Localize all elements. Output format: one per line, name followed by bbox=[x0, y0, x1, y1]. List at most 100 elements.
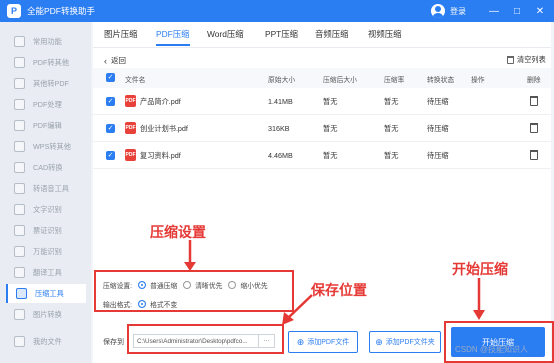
delete-icon[interactable] bbox=[530, 123, 538, 133]
compressed-size: 暂无 bbox=[323, 97, 338, 106]
close-icon[interactable]: ✕ bbox=[533, 4, 547, 18]
radio-clarity-label[interactable]: 清晰优先 bbox=[195, 280, 222, 290]
original-size: 4.46MB bbox=[268, 151, 293, 160]
compress-ratio: 暂无 bbox=[384, 124, 399, 133]
annotation-arrow-start bbox=[473, 278, 485, 320]
row-checkbox[interactable]: ✓ bbox=[106, 124, 115, 133]
sidebar-item-pdf-to-other[interactable]: PDF转其他 bbox=[6, 53, 86, 72]
add-file-icon: ⊕ bbox=[296, 336, 305, 347]
sidebar-item-label: 转语音工具 bbox=[33, 183, 69, 193]
table-row: ✓ PDF 复习资料.pdf 4.46MB 暂无 暂无 待压缩 bbox=[93, 142, 551, 169]
clear-list-label: 清空列表 bbox=[517, 55, 546, 64]
radio-smaller-label[interactable]: 缩小优先 bbox=[240, 280, 267, 290]
sidebar-item-wps[interactable]: WPS转其他 bbox=[6, 137, 86, 156]
back-label: 返回 bbox=[111, 56, 126, 65]
sidebar-item-pdf-edit[interactable]: PDF编辑 bbox=[6, 116, 86, 135]
back-button[interactable]: ‹ 返回 bbox=[104, 55, 126, 66]
radio-keep-format-label[interactable]: 格式不变 bbox=[150, 299, 177, 309]
scan-icon bbox=[14, 246, 25, 257]
pdf-file-icon: PDF bbox=[125, 95, 136, 107]
add-pdf-folder-button[interactable]: ⊕ 添加PDF文件夹 bbox=[369, 331, 441, 353]
folder-icon bbox=[14, 336, 25, 347]
table-row: ✓ PDF 产品简介.pdf 1.41MB 暂无 暂无 待压缩 bbox=[93, 88, 551, 115]
ticket-icon bbox=[14, 225, 25, 236]
my-files[interactable]: 我的文件 bbox=[14, 336, 62, 347]
save-path-input[interactable]: C:\Users\Administrator\Desktop\pdfco... … bbox=[133, 334, 275, 348]
maximize-icon[interactable]: □ bbox=[510, 4, 524, 18]
sidebar-item-label: PDF转其他 bbox=[33, 57, 69, 67]
tab-pdf-compress[interactable]: PDF压缩 bbox=[156, 28, 190, 40]
sidebar-item-universal[interactable]: 万能识别 bbox=[6, 242, 86, 261]
pdf-file-icon: PDF bbox=[125, 149, 136, 161]
delete-icon[interactable] bbox=[530, 150, 538, 160]
active-tab-indicator bbox=[156, 44, 190, 46]
sidebar-item-cad[interactable]: CAD转换 bbox=[6, 158, 86, 177]
sidebar-item-label: 常用功能 bbox=[33, 36, 62, 46]
table-header: ✓ 文件名 原始大小 压缩后大小 压缩率 转换状态 操作 删除 bbox=[93, 68, 551, 88]
settings-icon bbox=[14, 99, 25, 110]
sidebar-item-label: 压缩工具 bbox=[35, 288, 64, 298]
file-name: 复习资料.pdf bbox=[140, 151, 181, 160]
output-format-label: 输出格式: bbox=[103, 302, 133, 309]
sidebar-item-other-to-pdf[interactable]: 其他转PDF bbox=[6, 74, 86, 93]
user-avatar-icon[interactable] bbox=[431, 4, 445, 18]
minimize-icon[interactable]: — bbox=[487, 4, 501, 18]
radio-clarity[interactable] bbox=[183, 281, 192, 289]
sidebar-item-image[interactable]: 图片转换 bbox=[6, 305, 86, 324]
compress-icon bbox=[16, 288, 27, 299]
header-action: 操作 bbox=[471, 77, 485, 84]
status-text: 待压缩 bbox=[427, 151, 449, 160]
star-icon bbox=[14, 36, 25, 47]
header-status: 转换状态 bbox=[427, 77, 455, 84]
tab-image-compress[interactable]: 图片压缩 bbox=[104, 28, 138, 40]
sidebar-item-ocr[interactable]: 文字识别 bbox=[6, 200, 86, 219]
row-checkbox[interactable]: ✓ bbox=[106, 151, 115, 160]
sidebar-item-pdf-process[interactable]: PDF处理 bbox=[6, 95, 86, 114]
edit-icon bbox=[14, 120, 25, 131]
browse-button[interactable]: ··· bbox=[258, 335, 274, 347]
radio-keep-format[interactable] bbox=[138, 300, 147, 308]
sidebar-item-translate[interactable]: 翻译工具 bbox=[6, 263, 86, 282]
header-original-size: 原始大小 bbox=[268, 77, 296, 84]
pdf-file-icon: PDF bbox=[125, 122, 136, 134]
document-icon bbox=[14, 78, 25, 89]
select-all-checkbox[interactable]: ✓ bbox=[106, 73, 115, 82]
sidebar-item-label: 文字识别 bbox=[33, 204, 62, 214]
login-area[interactable]: 登录 bbox=[431, 4, 466, 18]
clear-list-button[interactable]: 清空列表 bbox=[507, 55, 546, 65]
radio-normal[interactable] bbox=[138, 281, 147, 289]
annotation-save-location: 保存位置 bbox=[311, 283, 367, 299]
header-delete: 删除 bbox=[527, 77, 541, 84]
tab-word-compress[interactable]: Word压缩 bbox=[207, 28, 244, 40]
watermark-text: CSDN @技能知识人 bbox=[455, 345, 529, 354]
add-folder-icon: ⊕ bbox=[375, 336, 383, 347]
add-pdf-file-button[interactable]: ⊕ 添加PDF文件 bbox=[288, 331, 358, 353]
sidebar-item-common[interactable]: 常用功能 bbox=[6, 32, 86, 51]
tab-audio-compress[interactable]: 音频压缩 bbox=[315, 28, 349, 40]
sidebar-item-label: WPS转其他 bbox=[33, 141, 71, 151]
original-size: 1.41MB bbox=[268, 97, 293, 106]
text-icon bbox=[14, 204, 25, 215]
sidebar-item-voice[interactable]: 转语音工具 bbox=[6, 179, 86, 198]
sidebar-item-ticket[interactable]: 票证识别 bbox=[6, 221, 86, 240]
chevron-left-icon: ‹ bbox=[104, 55, 107, 66]
sidebar-item-label: 图片转换 bbox=[33, 309, 62, 319]
header-ratio: 压缩率 bbox=[384, 77, 405, 84]
file-name: 产品简介.pdf bbox=[140, 97, 181, 106]
radio-normal-label[interactable]: 普通压缩 bbox=[150, 280, 177, 290]
compressed-size: 暂无 bbox=[323, 124, 338, 133]
sidebar-item-label: 万能识别 bbox=[33, 246, 62, 256]
trash-icon bbox=[507, 56, 514, 64]
row-checkbox[interactable]: ✓ bbox=[106, 97, 115, 106]
app-title: 全能PDF转换助手 bbox=[27, 6, 96, 16]
file-name: 创业计划书.pdf bbox=[140, 124, 188, 133]
app-logo-icon: P bbox=[7, 4, 21, 18]
tab-ppt-compress[interactable]: PPT压缩 bbox=[265, 28, 298, 40]
sidebar-item-compress[interactable]: 压缩工具 bbox=[6, 284, 86, 303]
login-button[interactable]: 登录 bbox=[450, 6, 466, 17]
tab-video-compress[interactable]: 视频压缩 bbox=[368, 28, 402, 40]
status-text: 待压缩 bbox=[427, 124, 449, 133]
radio-smaller[interactable] bbox=[228, 281, 237, 289]
delete-icon[interactable] bbox=[530, 96, 538, 106]
sidebar-item-label: CAD转换 bbox=[33, 162, 63, 172]
